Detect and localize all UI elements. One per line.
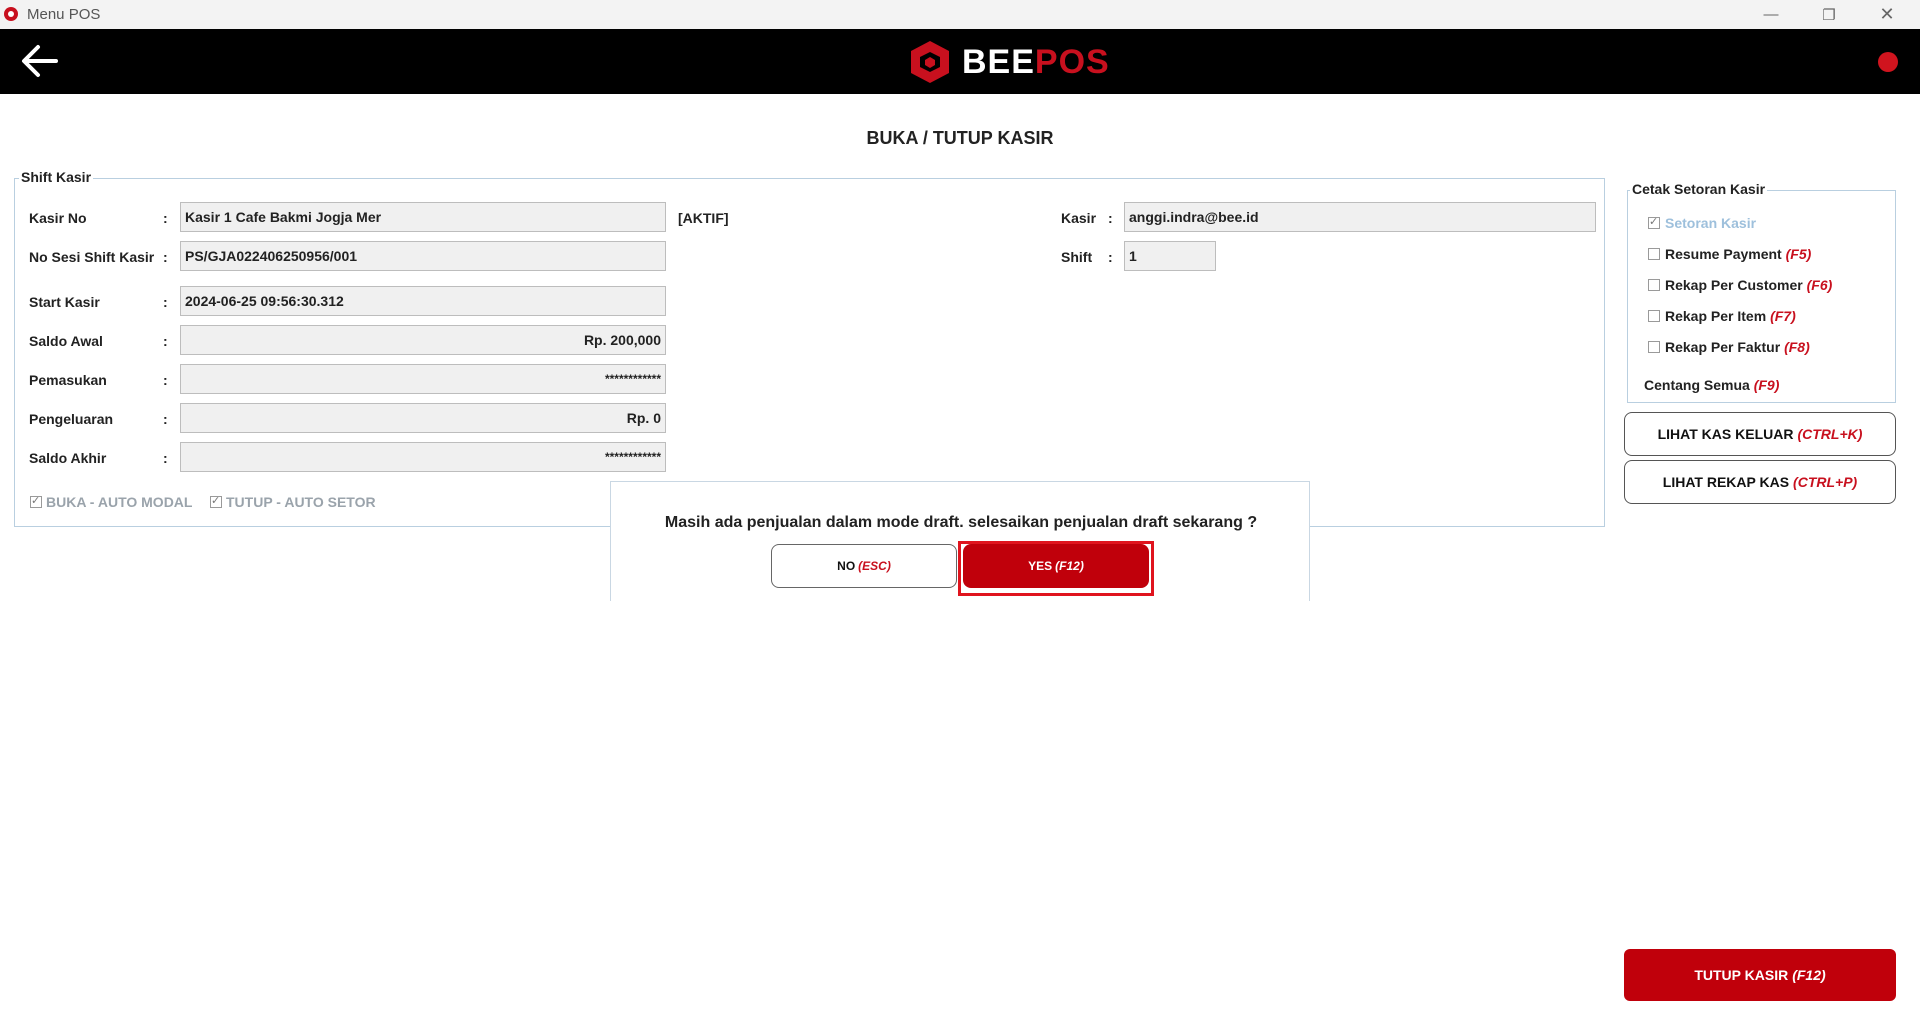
setoran-kasir-checkbox[interactable] <box>1648 215 1660 229</box>
colon: : <box>163 210 168 226</box>
rekap-faktur-shortcut: (F8) <box>1784 339 1810 355</box>
centang-semua-link[interactable]: Centang Semua (F9) <box>1644 377 1779 393</box>
pemasukan-field[interactable]: ************ <box>180 364 666 394</box>
no-button-label: NO <box>837 559 856 573</box>
centang-semua-shortcut: (F9) <box>1753 377 1780 393</box>
rekap-item-label: Rekap Per Item <box>1665 308 1767 324</box>
rekap-customer-shortcut: (F6) <box>1806 277 1833 293</box>
pengeluaran-label: Pengeluaran <box>29 411 114 427</box>
tutup-kasir-button[interactable]: TUTUP KASIR (F12) <box>1624 949 1896 1001</box>
logo-text-pos: POS <box>1034 42 1110 81</box>
resume-payment-label: Resume Payment <box>1665 246 1782 262</box>
window-titlebar: Menu POS — ❐ ✕ <box>0 0 1920 29</box>
lihat-kas-keluar-shortcut: (CTRL+K) <box>1797 426 1863 442</box>
yes-button-label: YES <box>1028 559 1053 573</box>
back-arrow-icon[interactable] <box>20 43 60 79</box>
lihat-kas-keluar-label: LIHAT KAS KELUAR <box>1657 426 1794 442</box>
tutup-auto-setor-label: TUTUP - AUTO SETOR <box>226 494 376 510</box>
logo-text: BEEPOS <box>962 43 1110 82</box>
rekap-customer-label: Rekap Per Customer <box>1665 277 1803 293</box>
app-logo-icon <box>4 7 18 21</box>
tutup-kasir-shortcut: (F12) <box>1792 967 1826 983</box>
colon: : <box>163 249 168 265</box>
resume-payment-option: Resume Payment (F5) <box>1665 246 1811 262</box>
window-title: Menu POS <box>27 6 101 23</box>
restore-icon[interactable]: ❐ <box>1806 0 1852 29</box>
lihat-rekap-kas-button[interactable]: LIHAT REKAP KAS (CTRL+P) <box>1624 460 1896 504</box>
draft-confirm-dialog: Masih ada penjualan dalam mode draft. se… <box>610 481 1310 601</box>
kasir-field[interactable]: anggi.indra@bee.id <box>1124 202 1596 232</box>
rekap-faktur-checkbox[interactable] <box>1648 341 1660 353</box>
beepos-logo: BEEPOS <box>908 38 1110 86</box>
lihat-rekap-kas-shortcut: (CTRL+P) <box>1793 474 1858 490</box>
colon: : <box>163 411 168 427</box>
centang-semua-label: Centang Semua <box>1644 377 1750 393</box>
no-sesi-label: No Sesi Shift Kasir <box>29 249 155 265</box>
buka-auto-modal-checkbox[interactable] <box>30 494 42 508</box>
rekap-item-checkbox[interactable] <box>1648 310 1660 322</box>
start-kasir-label: Start Kasir <box>29 294 100 310</box>
shift-label: Shift <box>1061 249 1093 265</box>
close-icon[interactable]: ✕ <box>1864 0 1910 29</box>
no-button-shortcut: (ESC) <box>858 559 891 573</box>
colon: : <box>163 372 168 388</box>
tutup-kasir-label: TUTUP KASIR <box>1694 967 1789 983</box>
buka-auto-modal-label: BUKA - AUTO MODAL <box>46 494 193 510</box>
colon: : <box>163 333 168 349</box>
saldo-akhir-label: Saldo Akhir <box>29 450 107 466</box>
saldo-akhir-field[interactable]: ************ <box>180 442 666 472</box>
minimize-icon[interactable]: — <box>1748 0 1794 29</box>
start-kasir-field[interactable]: 2024-06-25 09:56:30.312 <box>180 286 666 316</box>
resume-payment-shortcut: (F5) <box>1785 246 1812 262</box>
rekap-customer-checkbox[interactable] <box>1648 279 1660 291</box>
colon: : <box>163 450 168 466</box>
app-header: BEEPOS <box>0 29 1920 94</box>
rekap-item-shortcut: (F7) <box>1770 308 1796 324</box>
shift-field[interactable]: 1 <box>1124 241 1216 271</box>
rekap-item-option: Rekap Per Item (F7) <box>1665 308 1796 324</box>
connection-status-dot <box>1878 52 1898 72</box>
shift-kasir-legend: Shift Kasir <box>19 169 94 185</box>
yes-button[interactable]: YES (F12) <box>963 544 1149 588</box>
colon: : <box>163 294 168 310</box>
saldo-awal-label: Saldo Awal <box>29 333 103 349</box>
yes-button-shortcut: (F12) <box>1055 559 1084 573</box>
kasir-status-label: [AKTIF] <box>678 210 729 226</box>
resume-payment-checkbox[interactable] <box>1648 248 1660 260</box>
rekap-customer-option: Rekap Per Customer (F6) <box>1665 277 1832 293</box>
logo-text-bee: BEE <box>962 42 1035 81</box>
lihat-rekap-kas-label: LIHAT REKAP KAS <box>1662 474 1790 490</box>
bee-hexagon-icon <box>911 41 949 83</box>
no-button[interactable]: NO (ESC) <box>771 544 957 588</box>
pemasukan-label: Pemasukan <box>29 372 107 388</box>
setoran-kasir-label: Setoran Kasir <box>1665 215 1757 231</box>
page-title: BUKA / TUTUP KASIR <box>866 128 1054 148</box>
kasir-no-label: Kasir No <box>29 210 87 226</box>
kasir-label: Kasir <box>1061 210 1097 226</box>
dialog-message: Masih ada penjualan dalam mode draft. se… <box>664 514 1258 531</box>
no-sesi-field[interactable]: PS/GJA022406250956/001 <box>180 241 666 271</box>
rekap-faktur-option: Rekap Per Faktur (F8) <box>1665 339 1810 355</box>
saldo-awal-field[interactable]: Rp. 200,000 <box>180 325 666 355</box>
colon: : <box>1108 210 1113 226</box>
lihat-kas-keluar-button[interactable]: LIHAT KAS KELUAR (CTRL+K) <box>1624 412 1896 456</box>
rekap-faktur-label: Rekap Per Faktur <box>1665 339 1781 355</box>
tutup-auto-setor-checkbox[interactable] <box>210 494 222 508</box>
colon: : <box>1108 249 1113 265</box>
kasir-no-field[interactable]: Kasir 1 Cafe Bakmi Jogja Mer <box>180 202 666 232</box>
pengeluaran-field[interactable]: Rp. 0 <box>180 403 666 433</box>
cetak-setoran-legend: Cetak Setoran Kasir <box>1630 181 1768 197</box>
